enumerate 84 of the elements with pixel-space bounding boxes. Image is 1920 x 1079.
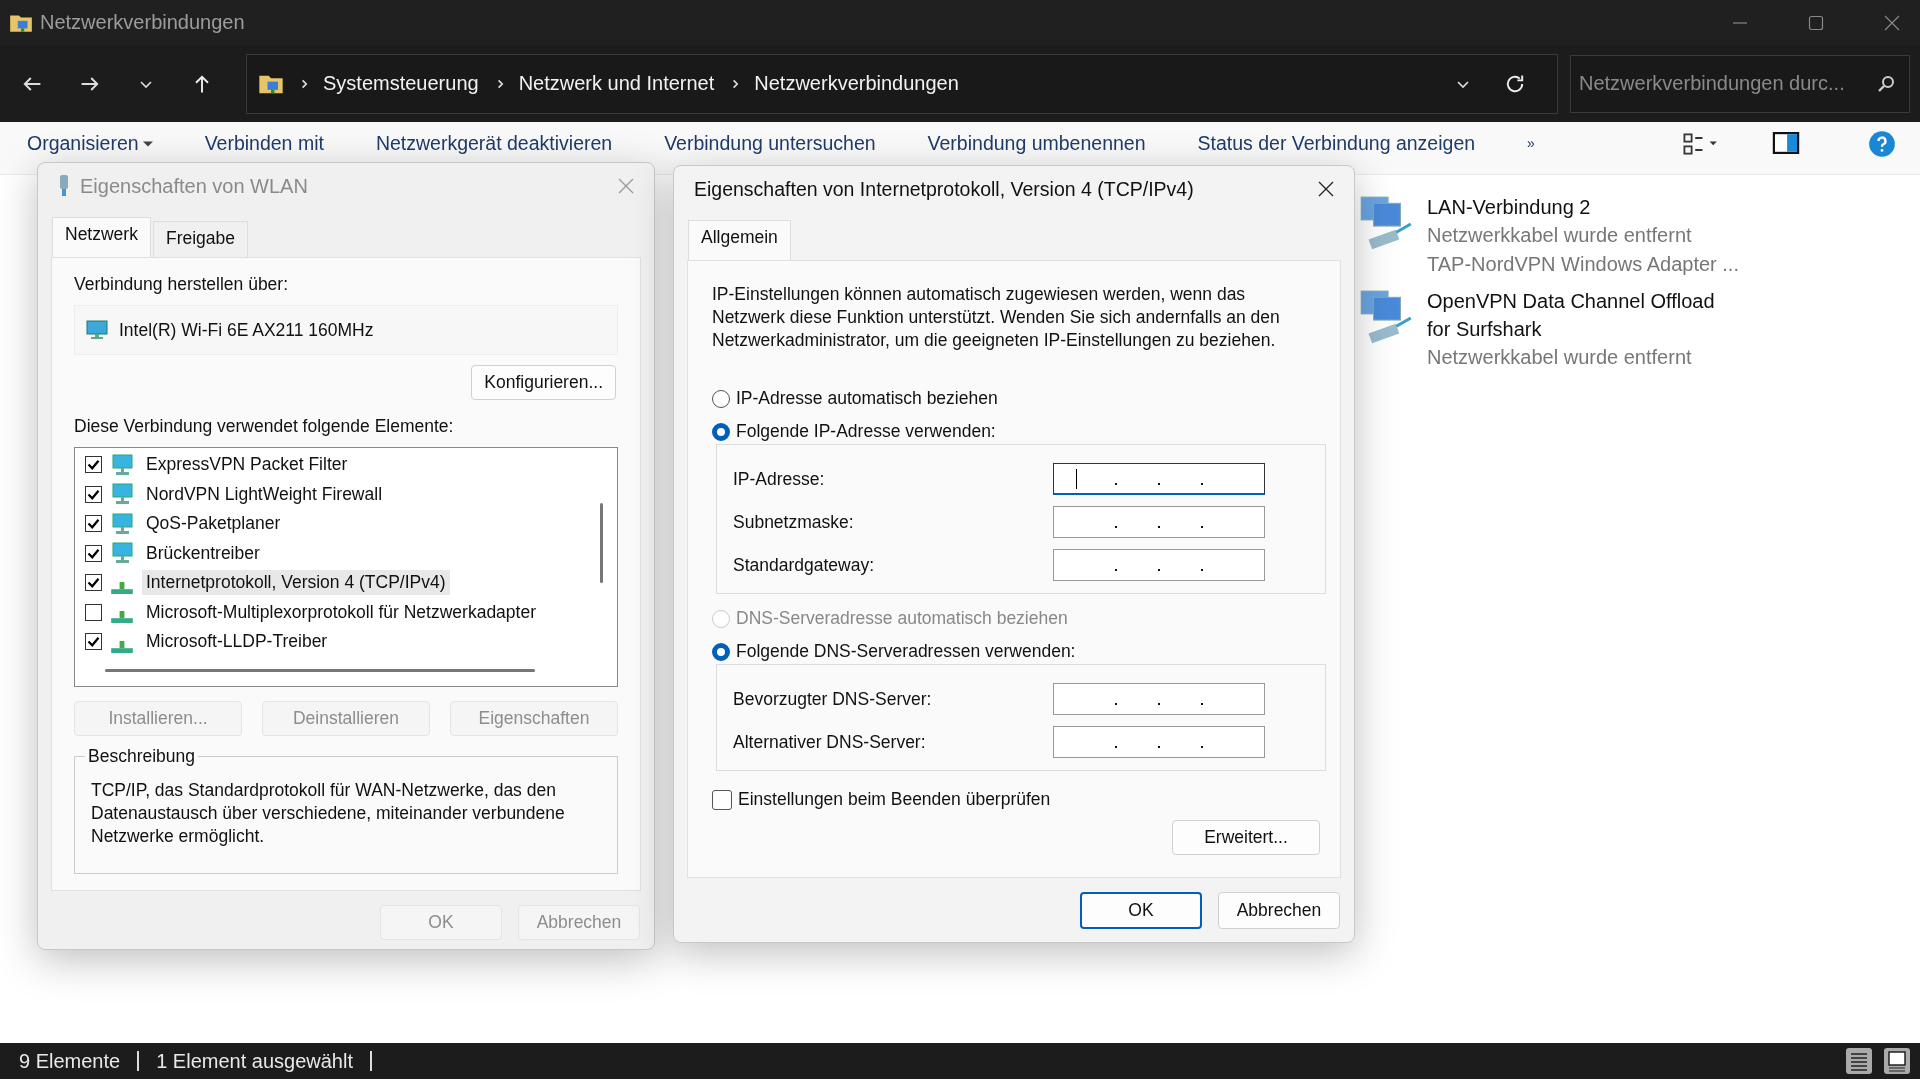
field-label: Diese Verbindung verwendet folgende Elemente: [74, 416, 455, 437]
component-item[interactable]: ExpressVPN Packet Filter [142, 452, 352, 478]
component-item[interactable]: NordVPN LightWeight Firewall [142, 481, 387, 507]
network-adapter-icon [85, 318, 109, 342]
checkbox[interactable] [85, 544, 102, 562]
component-item[interactable]: Brückentreiber [142, 540, 264, 566]
field-label: Alternativer DNS-Server: [733, 731, 926, 753]
monitor-icon [110, 482, 134, 507]
dialog-button[interactable]: Abbrechen [1218, 892, 1340, 929]
toolbar-button[interactable]: Verbinden mit [204, 132, 324, 155]
ip-address-field[interactable] [1053, 506, 1265, 538]
dialog-tab[interactable]: Netzwerk [52, 217, 151, 257]
breadcrumb-item[interactable]: Systemsteuerung [323, 72, 479, 95]
connection-device: TAP-NordVPN Windows Adapter ... [1427, 252, 1737, 277]
ip-address-field[interactable] [1053, 463, 1265, 495]
field-label: Bevorzugter DNS-Server: [733, 688, 932, 710]
dialog-title: Eigenschaften von WLAN [80, 174, 308, 198]
details-view-icon[interactable] [1846, 1048, 1872, 1074]
toolbar-button[interactable]: Status der Verbindung anzeigen [1197, 132, 1476, 155]
search-field[interactable]: Netzwerkverbindungen durc... [1570, 54, 1910, 113]
connection-name[interactable]: LAN-Verbindung 2 [1427, 193, 1737, 221]
tiles-view-icon[interactable] [1884, 1048, 1910, 1074]
checkbox[interactable] [85, 574, 102, 592]
connection-name[interactable]: OpenVPN Data Channel Offload for Surfshark [1427, 287, 1737, 343]
dialog-title: Eigenschaften von Internetprotokoll, Version 4 (TCP/IPv4) [694, 177, 1194, 201]
component-item[interactable]: Microsoft-Multiplexorprotokoll für Netzwerkadapter [142, 599, 540, 625]
component-item[interactable]: Internetprotokoll, Version 4 (TCP/IPv4) [142, 570, 450, 596]
checkbox[interactable] [85, 456, 102, 474]
adapter-field: Intel(R) Wi-Fi 6E AX211 160MHz [74, 305, 618, 355]
checkbox[interactable] [85, 603, 102, 621]
wifi-adapter-icon [58, 174, 70, 198]
intro-text: IP-Einstellungen können automatisch zugewiesen werden, wenn das Netzwerk diese Funktion unterstützt. Wenden Sie sich andernfalls an den Netzwerkadministrator, um die geeigneten IP-Einstellungen zu beziehen. [712, 283, 1281, 352]
status-text: 9 Elemente [19, 1049, 121, 1073]
advanced-button[interactable]: Erweitert... [1172, 820, 1320, 855]
help-icon[interactable] [1868, 130, 1896, 158]
scrollbar[interactable] [105, 669, 535, 672]
protocol-icon [111, 640, 133, 653]
monitor-icon [110, 511, 134, 536]
checkbox[interactable] [85, 633, 102, 651]
checkbox[interactable] [712, 789, 732, 810]
connection-status: Netzwerkkabel wurde entfernt [1427, 345, 1693, 370]
radio-button[interactable] [712, 422, 730, 441]
toolbar-button[interactable]: Verbindung umbenennen [927, 132, 1146, 155]
component-item[interactable]: QoS-Paketplaner [142, 511, 285, 537]
ip-address-field[interactable] [1053, 726, 1265, 758]
description-text: TCP/IP, das Standardprotokoll für WAN-Netzwerke, das den Datenaustausch über verschiedene, miteinander verbundene Netzwerke ermöglicht. [91, 779, 566, 848]
dialog-button[interactable]: OK [1080, 892, 1202, 929]
field-label: IP-Adresse: [733, 468, 825, 490]
search-icon[interactable] [1876, 73, 1896, 94]
connection-status: Netzwerkkabel wurde entfernt [1427, 223, 1693, 248]
field-label: Verbindung herstellen über: [74, 274, 290, 295]
breadcrumb-item[interactable]: Netzwerkverbindungen [754, 72, 959, 95]
more-button[interactable]: » [1527, 132, 1535, 151]
field-label: Subnetzmaske: [733, 511, 854, 533]
radio-button[interactable] [712, 642, 730, 661]
monitor-icon [110, 541, 134, 566]
dialog-tab[interactable]: Allgemein [688, 220, 791, 260]
checkbox[interactable] [85, 485, 102, 503]
status-text: 1 Element ausgewählt [156, 1049, 353, 1073]
window-title: Netzwerkverbindungen [40, 11, 245, 34]
radio-label[interactable]: IP-Adresse automatisch beziehen [736, 388, 998, 409]
checkbox-label[interactable]: Einstellungen beim Beenden überprüfen [738, 789, 1051, 810]
field-label: Standardgateway: [733, 554, 875, 576]
scrollbar[interactable] [600, 503, 603, 583]
address-bar[interactable]: Systemsteuerung Netzwerk und Internet Netzwerkverbindungen [246, 53, 1558, 114]
protocol-icon [111, 611, 133, 624]
checkbox[interactable] [85, 515, 102, 533]
monitor-icon [110, 452, 134, 477]
ip-address-field[interactable] [1053, 683, 1265, 715]
breadcrumb-item[interactable]: Netzwerk und Internet [518, 72, 715, 95]
ip-address-field[interactable] [1053, 549, 1265, 581]
radio-button[interactable] [712, 389, 730, 408]
component-item[interactable]: Microsoft-LLDP-Treiber [142, 629, 332, 655]
preview-pane-icon[interactable] [1772, 132, 1800, 154]
dialog-tab[interactable]: Freigabe [152, 221, 248, 257]
toolbar-button[interactable]: Organisieren [27, 132, 153, 155]
close-icon[interactable] [1316, 179, 1336, 199]
protocol-icon [111, 581, 133, 594]
toolbar-button[interactable]: Netzwerkgerät deaktivieren [375, 132, 613, 155]
group-title: Beschreibung [85, 746, 199, 767]
toolbar-button[interactable]: Verbindung untersuchen [664, 132, 876, 155]
radio-label[interactable]: Folgende IP-Adresse verwenden: [736, 421, 996, 442]
configure-button[interactable]: Konfigurieren... [471, 365, 616, 400]
radio-label[interactable]: Folgende DNS-Serveradressen verwenden: [736, 641, 1076, 662]
